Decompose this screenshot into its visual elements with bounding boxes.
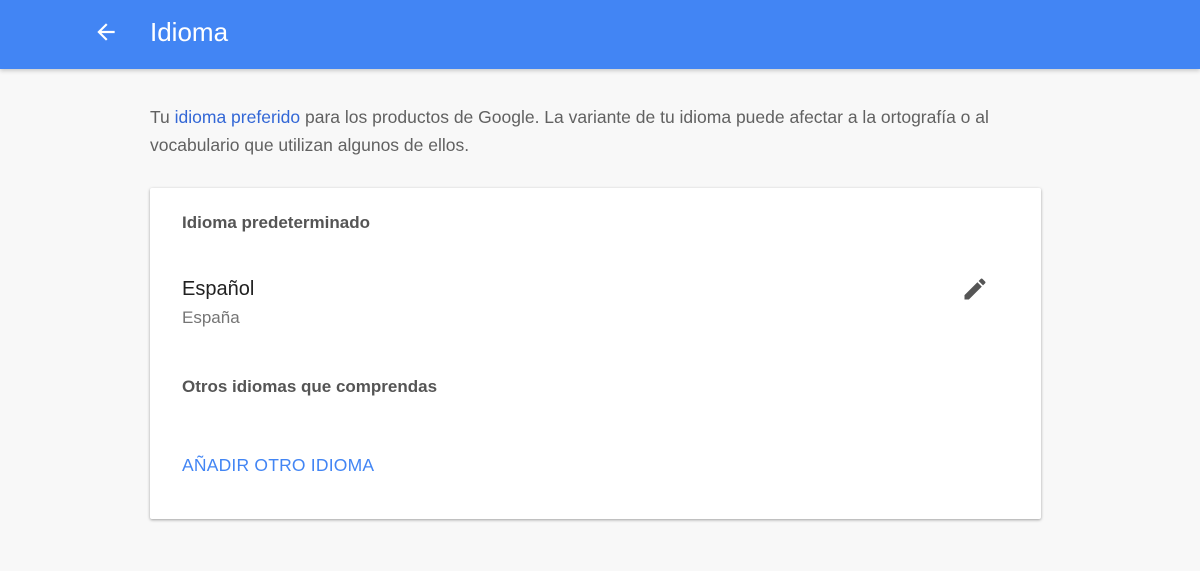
- intro-text: Tu idioma preferido para los productos d…: [150, 103, 1050, 159]
- default-language-heading: Idioma predeterminado: [182, 213, 370, 232]
- arrow-back-icon: [97, 23, 115, 41]
- language-name: Español: [182, 278, 255, 300]
- language-card: Idioma predeterminado Español España Otr…: [150, 188, 1041, 519]
- language-region: España: [182, 308, 240, 327]
- preferred-language-link[interactable]: idioma preferido: [175, 107, 300, 127]
- back-button[interactable]: [88, 14, 124, 50]
- intro-prefix: Tu: [150, 107, 175, 127]
- app-bar: Idioma: [0, 0, 1200, 69]
- add-language-button[interactable]: AÑADIR OTRO IDIOMA: [182, 453, 374, 477]
- other-languages-heading: Otros idiomas que comprendas: [182, 377, 438, 396]
- pencil-icon: [964, 278, 986, 300]
- edit-language-button[interactable]: [958, 272, 992, 306]
- default-language-row: Español España: [150, 268, 1041, 332]
- page-title: Idioma: [150, 17, 229, 47]
